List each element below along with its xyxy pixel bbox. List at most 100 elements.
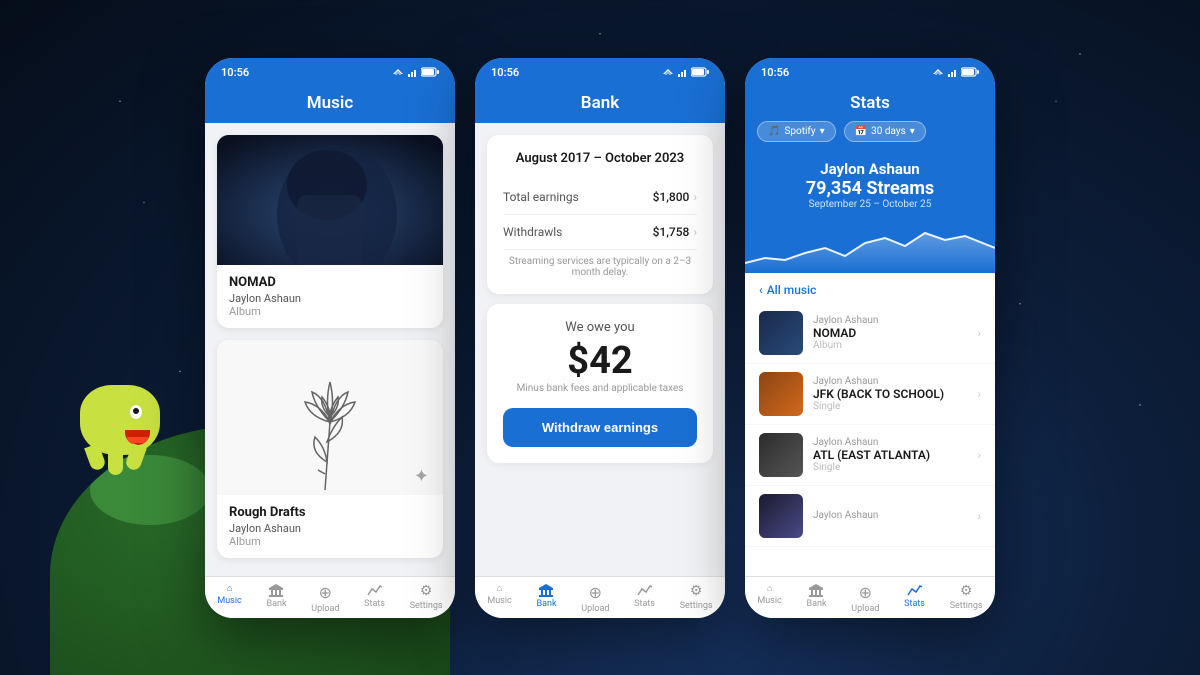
nav-stats-bank[interactable]: Bank xyxy=(806,583,826,614)
stats-icon-bank xyxy=(637,583,653,597)
phone-bank: 10:56 Bank August 2017 – October 2023 To… xyxy=(475,58,725,618)
all-music-header[interactable]: ‹ All music xyxy=(745,273,995,303)
nav-stats-upload[interactable]: ⊕ Upload xyxy=(851,583,879,614)
settings-icon-bank: ⚙ xyxy=(690,583,703,599)
owe-card: We owe you $42 Minus bank fees and appli… xyxy=(487,304,713,463)
earnings-card: August 2017 – October 2023 Total earning… xyxy=(487,135,713,294)
owe-note: Minus bank fees and applicable taxes xyxy=(503,383,697,394)
nav-bank-stats-label: Stats xyxy=(634,599,655,609)
nav-stats-settings-label: Settings xyxy=(950,601,983,611)
home-icon-stats: ⌂ xyxy=(767,583,772,594)
atl-thumb-stats xyxy=(759,433,803,477)
nav-stats-music-label: Music xyxy=(757,596,781,606)
period-filter[interactable]: 📅 30 days ▾ xyxy=(844,121,926,142)
wifi-icon-bank xyxy=(661,67,675,77)
bank-nav: ⌂ Music Bank ⊕ Upload Stats ⚙ Settings xyxy=(475,576,725,618)
nav-music-bank[interactable]: Bank xyxy=(266,583,286,614)
period-chevron: ▾ xyxy=(910,126,915,137)
stats-item-last[interactable]: Jaylon Ashaun › xyxy=(745,486,995,547)
total-earnings-row[interactable]: Total earnings $1,800 › xyxy=(503,180,697,215)
mascot-tentacle-3 xyxy=(124,443,147,472)
nav-stats-music[interactable]: ⌂ Music xyxy=(757,583,781,614)
nomad-item-info: Jaylon Ashaun NOMAD Album xyxy=(813,315,967,351)
phone-bank-header: Bank xyxy=(475,83,725,123)
jfk-thumb-stats xyxy=(759,372,803,416)
wifi-icon xyxy=(391,67,405,77)
nav-bank-upload[interactable]: ⊕ Upload xyxy=(581,583,609,614)
stats-full-header: Stats 🎵 Spotify ▾ 📅 30 days ▾ Jaylon Ash… xyxy=(745,83,995,273)
nomad-item-artist: Jaylon Ashaun xyxy=(813,315,967,326)
streaming-note: Streaming services are typically on a 2–… xyxy=(503,256,697,278)
settings-icon: ⚙ xyxy=(420,583,433,599)
status-bar-bank: 10:56 xyxy=(475,58,725,83)
nav-music-stats[interactable]: Stats xyxy=(364,583,385,614)
nomad-item-type: Album xyxy=(813,340,967,351)
spotify-icon: 🎵 xyxy=(768,126,780,137)
nomad-item-title: NOMAD xyxy=(813,326,967,340)
status-time-music: 10:56 xyxy=(221,66,249,79)
wifi-icon-stats xyxy=(931,67,945,77)
withdrawls-chevron: › xyxy=(693,225,697,239)
nav-bank-upload-label: Upload xyxy=(581,604,609,614)
upload-icon: ⊕ xyxy=(319,583,332,602)
atl-item-artist: Jaylon Ashaun xyxy=(813,437,967,448)
stats-date-range: September 25 – October 25 xyxy=(745,199,995,210)
owe-amount: $42 xyxy=(503,339,697,383)
stats-item-nomad[interactable]: Jaylon Ashaun NOMAD Album › xyxy=(745,303,995,364)
stats-streams: 79,354 Streams xyxy=(745,178,995,199)
nav-stats-upload-label: Upload xyxy=(851,604,879,614)
battery-icon-stats xyxy=(961,67,979,77)
total-earnings-chevron: › xyxy=(693,190,697,204)
nav-bank-bank[interactable]: Bank xyxy=(536,583,556,614)
stats-item-jfk[interactable]: Jaylon Ashaun JFK (BACK TO SCHOOL) Singl… xyxy=(745,364,995,425)
home-icon: ⌂ xyxy=(227,583,232,594)
rough-drafts-artist: Jaylon Ashaun xyxy=(229,522,431,535)
stats-item-atl[interactable]: Jaylon Ashaun ATL (EAST ATLANTA) Single … xyxy=(745,425,995,486)
status-bar-music: 10:56 xyxy=(205,58,455,83)
nav-music-upload[interactable]: ⊕ Upload xyxy=(311,583,339,614)
nav-stats-settings[interactable]: ⚙ Settings xyxy=(950,583,983,614)
home-icon-bank: ⌂ xyxy=(497,583,502,594)
nav-stats-bank-label: Bank xyxy=(806,599,826,609)
atl-chevron-stats: › xyxy=(977,448,981,462)
nav-stats-stats[interactable]: Stats xyxy=(904,583,925,614)
nomad-figure xyxy=(217,135,443,265)
rough-drafts-title: Rough Drafts xyxy=(229,505,431,520)
calendar-icon: 📅 xyxy=(855,126,867,137)
nav-bank-stats[interactable]: Stats xyxy=(634,583,655,614)
jfk-item-title: JFK (BACK TO SCHOOL) xyxy=(813,387,967,401)
spotify-filter[interactable]: 🎵 Spotify ▾ xyxy=(757,121,836,142)
bank-icon-stats xyxy=(808,583,824,597)
nav-bank-music-label: Music xyxy=(487,596,511,606)
nomad-art xyxy=(217,135,443,265)
music-header-title: Music xyxy=(307,93,353,113)
total-earnings-value: $1,800 › xyxy=(653,190,697,204)
mascot-mouth xyxy=(125,430,150,445)
nomad-artist: Jaylon Ashaun xyxy=(229,292,431,305)
status-icons-music xyxy=(391,67,439,77)
withdraw-button[interactable]: Withdraw earnings xyxy=(503,408,697,447)
status-time-bank: 10:56 xyxy=(491,66,519,79)
nav-bank-settings[interactable]: ⚙ Settings xyxy=(680,583,713,614)
bank-content: August 2017 – October 2023 Total earning… xyxy=(475,123,725,576)
nomad-info: NOMAD Jaylon Ashaun Album xyxy=(217,265,443,328)
status-icons-stats xyxy=(931,67,979,77)
nomad-card[interactable]: NOMAD Jaylon Ashaun Album xyxy=(217,135,443,328)
last-thumb-stats xyxy=(759,494,803,538)
nav-bank-music[interactable]: ⌂ Music xyxy=(487,583,511,614)
atl-item-title: ATL (EAST ATLANTA) xyxy=(813,448,967,462)
withdrawls-row[interactable]: Withdrawls $1,758 › xyxy=(503,215,697,250)
nav-music-settings[interactable]: ⚙ Settings xyxy=(410,583,443,614)
status-icons-bank xyxy=(661,67,709,77)
settings-icon-stats: ⚙ xyxy=(960,583,973,599)
rough-drafts-card[interactable]: ✦ Rough Drafts Jaylon Ashaun Album xyxy=(217,340,443,558)
nav-music-settings-label: Settings xyxy=(410,601,443,611)
last-item-artist: Jaylon Ashaun xyxy=(813,510,967,521)
nav-music-music[interactable]: ⌂ Music xyxy=(217,583,241,614)
total-earnings-label: Total earnings xyxy=(503,190,579,204)
rough-drafts-stamp: ✦ xyxy=(414,466,429,487)
status-bar-stats: 10:56 xyxy=(745,58,995,83)
spotify-label: Spotify xyxy=(784,126,815,137)
bank-date-range: August 2017 – October 2023 xyxy=(503,151,697,166)
signal-icon-bank xyxy=(678,67,688,77)
